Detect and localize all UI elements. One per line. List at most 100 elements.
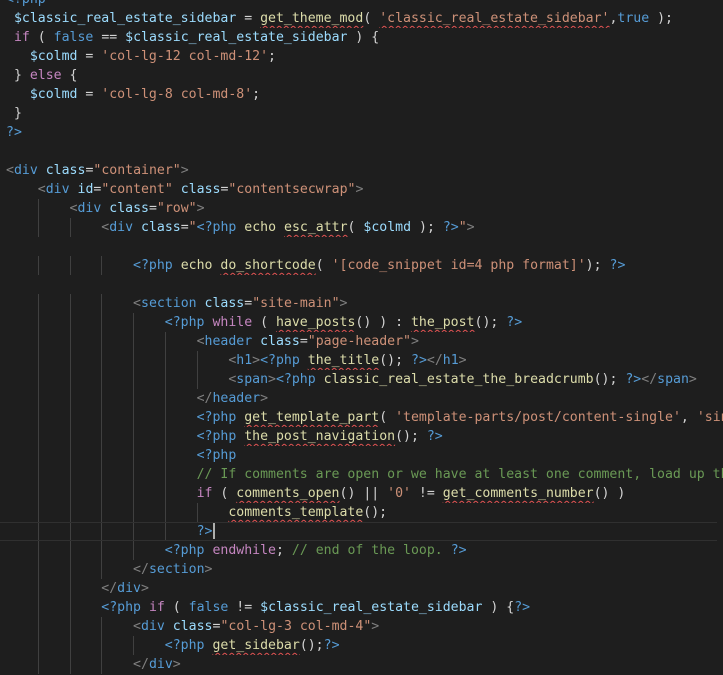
code-token: endwhile bbox=[212, 543, 276, 558]
code-line[interactable]: <?php bbox=[0, 0, 723, 9]
code-token: ( bbox=[363, 11, 380, 26]
code-token: <?php bbox=[196, 429, 237, 444]
code-token: "contentsecwrap" bbox=[228, 182, 356, 197]
code-line[interactable]: <?php bbox=[0, 446, 723, 465]
code-token: ) { bbox=[482, 600, 515, 615]
code-line[interactable]: <div id="content" class="contentsecwrap"… bbox=[0, 180, 723, 199]
code-line[interactable]: <h1><?php the_title(); ?></h1> bbox=[0, 351, 723, 370]
code-token: div bbox=[117, 581, 141, 596]
code-line[interactable]: <?php get_sidebar();?> bbox=[0, 636, 723, 655]
code-line[interactable]: <header class="page-header"> bbox=[0, 332, 723, 351]
code-token: <?php bbox=[196, 448, 237, 463]
code-token: = bbox=[299, 334, 308, 349]
code-token: ( bbox=[164, 600, 189, 615]
code-token: "page-header" bbox=[307, 334, 411, 349]
code-line[interactable]: <div class="row"> bbox=[0, 199, 723, 218]
code-token: 'classic_real_estate_sidebar' bbox=[379, 11, 610, 26]
code-token: > bbox=[355, 182, 364, 197]
code-line[interactable]: <?php while ( have_posts() ) : the_post(… bbox=[0, 313, 723, 332]
code-token: ?> bbox=[426, 429, 443, 444]
code-token: class bbox=[260, 334, 300, 349]
code-token: <?php bbox=[260, 353, 300, 368]
code-token: ); bbox=[411, 220, 443, 235]
code-token: $colmd bbox=[29, 87, 78, 102]
code-editor[interactable]: <?php $classic_real_estate_sidebar = get… bbox=[0, 0, 723, 675]
code-line[interactable]: <?php echo do_shortcode( '[code_snippet … bbox=[0, 256, 723, 275]
code-token: header bbox=[212, 391, 261, 406]
code-line[interactable]: <section class="site-main"> bbox=[0, 294, 723, 313]
code-line[interactable]: ?> bbox=[0, 522, 717, 541]
code-line[interactable]: $classic_real_estate_sidebar = get_theme… bbox=[0, 9, 723, 28]
code-line[interactable]: if ( comments_open() || '0' != get_comme… bbox=[0, 484, 723, 503]
code-token: ?> bbox=[442, 220, 459, 235]
code-token: <?php bbox=[101, 600, 141, 615]
code-token: </ bbox=[133, 657, 149, 672]
code-token: ); bbox=[585, 258, 610, 273]
code-line[interactable]: <?php the_post_navigation(); ?> bbox=[0, 427, 723, 446]
code-token: div bbox=[148, 657, 173, 672]
code-line[interactable]: <div class="col-lg-3 col-md-4"> bbox=[0, 617, 723, 636]
code-token: true bbox=[617, 11, 650, 26]
code-line[interactable]: </section> bbox=[0, 560, 723, 579]
code-token: // end of the loop. bbox=[291, 543, 443, 558]
code-line[interactable]: <?php get_template_part( 'template-parts… bbox=[0, 408, 723, 427]
code-line[interactable]: </header> bbox=[0, 389, 723, 408]
code-token: while bbox=[212, 315, 253, 330]
code-token: ( bbox=[379, 410, 396, 425]
code-token: get_comments_number bbox=[442, 486, 594, 501]
code-token: > bbox=[252, 353, 261, 368]
code-line[interactable]: <span><?php classic_real_estate_the_brea… bbox=[0, 370, 723, 389]
code-line[interactable]: if ( false == $classic_real_estate_sideb… bbox=[0, 28, 723, 47]
code-line[interactable]: </div> bbox=[0, 655, 723, 674]
code-token: > bbox=[204, 562, 213, 577]
code-line[interactable] bbox=[0, 142, 723, 161]
code-token: } bbox=[6, 106, 22, 121]
code-token: class bbox=[109, 201, 149, 216]
code-line[interactable] bbox=[0, 275, 723, 294]
code-token: > bbox=[172, 657, 181, 672]
code-line[interactable]: <div class="container"> bbox=[0, 161, 723, 180]
code-token: <?php bbox=[164, 638, 205, 653]
code-line[interactable]: } bbox=[0, 104, 723, 123]
code-line[interactable]: $colmd = 'col-lg-8 col-md-8'; bbox=[0, 85, 723, 104]
code-line[interactable]: } else { bbox=[0, 66, 723, 85]
code-line[interactable]: </div> bbox=[0, 579, 723, 598]
code-token: ?> bbox=[196, 524, 213, 539]
code-token: < bbox=[6, 163, 14, 178]
code-token: != bbox=[228, 600, 261, 615]
code-token: > bbox=[196, 201, 205, 216]
code-token: ?> bbox=[506, 315, 523, 330]
code-line[interactable]: comments_template(); bbox=[0, 503, 723, 522]
code-line[interactable]: <?php if ( false != $classic_real_estate… bbox=[0, 598, 723, 617]
code-line[interactable]: <div class="<?php echo esc_attr( $colmd … bbox=[0, 218, 723, 237]
code-token: (); bbox=[395, 429, 427, 444]
code-token: > bbox=[260, 391, 269, 406]
code-token: "site-main" bbox=[252, 296, 340, 311]
code-line[interactable]: // If comments are open or we have at le… bbox=[0, 465, 723, 484]
code-token: div bbox=[141, 619, 165, 634]
code-line[interactable]: ?> bbox=[0, 123, 723, 142]
code-token: () ) bbox=[593, 486, 626, 501]
code-token: 'singl bbox=[696, 410, 723, 425]
code-token: < bbox=[133, 619, 141, 634]
code-line[interactable] bbox=[0, 237, 723, 256]
code-token: = bbox=[77, 49, 102, 64]
code-token: () || bbox=[339, 486, 388, 501]
code-token: ?> bbox=[514, 600, 531, 615]
code-token: ; bbox=[275, 543, 292, 558]
code-token: ?> bbox=[6, 125, 22, 140]
code-line[interactable]: <?php endwhile; // end of the loop. ?> bbox=[0, 541, 723, 560]
code-line[interactable]: $colmd = 'col-lg-12 col-md-12'; bbox=[0, 47, 723, 66]
